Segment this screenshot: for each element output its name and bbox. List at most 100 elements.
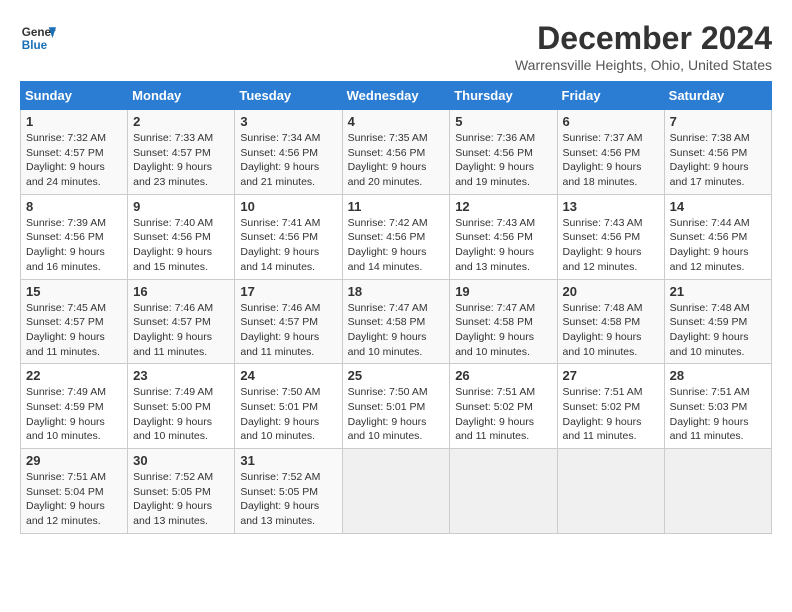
day-number: 6 (563, 114, 659, 129)
calendar-cell: 25 Sunrise: 7:50 AM Sunset: 5:01 PM Dayl… (342, 364, 450, 449)
day-number: 17 (240, 284, 336, 299)
day-info: Sunrise: 7:42 AM Sunset: 4:56 PM Dayligh… (348, 216, 445, 275)
calendar-cell (664, 449, 771, 534)
day-number: 8 (26, 199, 122, 214)
weekday-header: Wednesday (342, 82, 450, 110)
day-number: 9 (133, 199, 229, 214)
weekday-header: Friday (557, 82, 664, 110)
day-info: Sunrise: 7:46 AM Sunset: 4:57 PM Dayligh… (240, 301, 336, 360)
calendar-cell (450, 449, 557, 534)
calendar-cell: 6 Sunrise: 7:37 AM Sunset: 4:56 PM Dayli… (557, 110, 664, 195)
day-info: Sunrise: 7:43 AM Sunset: 4:56 PM Dayligh… (455, 216, 551, 275)
day-number: 26 (455, 368, 551, 383)
day-info: Sunrise: 7:49 AM Sunset: 5:00 PM Dayligh… (133, 385, 229, 444)
calendar-cell: 19 Sunrise: 7:47 AM Sunset: 4:58 PM Dayl… (450, 279, 557, 364)
day-number: 5 (455, 114, 551, 129)
calendar-cell: 22 Sunrise: 7:49 AM Sunset: 4:59 PM Dayl… (21, 364, 128, 449)
day-info: Sunrise: 7:51 AM Sunset: 5:04 PM Dayligh… (26, 470, 122, 529)
day-info: Sunrise: 7:46 AM Sunset: 4:57 PM Dayligh… (133, 301, 229, 360)
title-block: December 2024 Warrensville Heights, Ohio… (515, 20, 772, 73)
calendar-cell: 27 Sunrise: 7:51 AM Sunset: 5:02 PM Dayl… (557, 364, 664, 449)
calendar-cell: 2 Sunrise: 7:33 AM Sunset: 4:57 PM Dayli… (128, 110, 235, 195)
calendar-cell: 12 Sunrise: 7:43 AM Sunset: 4:56 PM Dayl… (450, 194, 557, 279)
day-info: Sunrise: 7:36 AM Sunset: 4:56 PM Dayligh… (455, 131, 551, 190)
day-info: Sunrise: 7:47 AM Sunset: 4:58 PM Dayligh… (348, 301, 445, 360)
calendar-week-row: 15 Sunrise: 7:45 AM Sunset: 4:57 PM Dayl… (21, 279, 772, 364)
weekday-header: Saturday (664, 82, 771, 110)
day-number: 12 (455, 199, 551, 214)
day-number: 4 (348, 114, 445, 129)
day-number: 1 (26, 114, 122, 129)
day-number: 19 (455, 284, 551, 299)
logo-icon: General Blue (20, 20, 56, 56)
day-number: 30 (133, 453, 229, 468)
day-info: Sunrise: 7:51 AM Sunset: 5:02 PM Dayligh… (563, 385, 659, 444)
calendar-cell: 9 Sunrise: 7:40 AM Sunset: 4:56 PM Dayli… (128, 194, 235, 279)
day-number: 15 (26, 284, 122, 299)
calendar-cell: 23 Sunrise: 7:49 AM Sunset: 5:00 PM Dayl… (128, 364, 235, 449)
calendar-cell: 10 Sunrise: 7:41 AM Sunset: 4:56 PM Dayl… (235, 194, 342, 279)
day-number: 31 (240, 453, 336, 468)
day-info: Sunrise: 7:45 AM Sunset: 4:57 PM Dayligh… (26, 301, 122, 360)
day-number: 11 (348, 199, 445, 214)
calendar-cell: 28 Sunrise: 7:51 AM Sunset: 5:03 PM Dayl… (664, 364, 771, 449)
day-info: Sunrise: 7:51 AM Sunset: 5:03 PM Dayligh… (670, 385, 766, 444)
day-info: Sunrise: 7:44 AM Sunset: 4:56 PM Dayligh… (670, 216, 766, 275)
calendar-cell (557, 449, 664, 534)
calendar-cell: 15 Sunrise: 7:45 AM Sunset: 4:57 PM Dayl… (21, 279, 128, 364)
day-info: Sunrise: 7:50 AM Sunset: 5:01 PM Dayligh… (240, 385, 336, 444)
day-number: 20 (563, 284, 659, 299)
day-number: 21 (670, 284, 766, 299)
day-number: 25 (348, 368, 445, 383)
calendar-cell: 11 Sunrise: 7:42 AM Sunset: 4:56 PM Dayl… (342, 194, 450, 279)
calendar-cell: 31 Sunrise: 7:52 AM Sunset: 5:05 PM Dayl… (235, 449, 342, 534)
calendar-cell (342, 449, 450, 534)
weekday-header: Tuesday (235, 82, 342, 110)
calendar-cell: 20 Sunrise: 7:48 AM Sunset: 4:58 PM Dayl… (557, 279, 664, 364)
calendar-cell: 7 Sunrise: 7:38 AM Sunset: 4:56 PM Dayli… (664, 110, 771, 195)
calendar-cell: 26 Sunrise: 7:51 AM Sunset: 5:02 PM Dayl… (450, 364, 557, 449)
calendar-cell: 8 Sunrise: 7:39 AM Sunset: 4:56 PM Dayli… (21, 194, 128, 279)
day-number: 27 (563, 368, 659, 383)
day-info: Sunrise: 7:39 AM Sunset: 4:56 PM Dayligh… (26, 216, 122, 275)
weekday-header-row: SundayMondayTuesdayWednesdayThursdayFrid… (21, 82, 772, 110)
day-number: 18 (348, 284, 445, 299)
calendar-week-row: 1 Sunrise: 7:32 AM Sunset: 4:57 PM Dayli… (21, 110, 772, 195)
weekday-header: Sunday (21, 82, 128, 110)
day-info: Sunrise: 7:33 AM Sunset: 4:57 PM Dayligh… (133, 131, 229, 190)
day-number: 28 (670, 368, 766, 383)
day-info: Sunrise: 7:43 AM Sunset: 4:56 PM Dayligh… (563, 216, 659, 275)
day-number: 16 (133, 284, 229, 299)
calendar-cell: 18 Sunrise: 7:47 AM Sunset: 4:58 PM Dayl… (342, 279, 450, 364)
svg-text:Blue: Blue (22, 39, 48, 52)
day-info: Sunrise: 7:50 AM Sunset: 5:01 PM Dayligh… (348, 385, 445, 444)
day-info: Sunrise: 7:48 AM Sunset: 4:58 PM Dayligh… (563, 301, 659, 360)
logo: General Blue (20, 20, 56, 56)
day-number: 29 (26, 453, 122, 468)
calendar-cell: 30 Sunrise: 7:52 AM Sunset: 5:05 PM Dayl… (128, 449, 235, 534)
calendar-week-row: 8 Sunrise: 7:39 AM Sunset: 4:56 PM Dayli… (21, 194, 772, 279)
page-header: General Blue December 2024 Warrensville … (20, 20, 772, 73)
day-info: Sunrise: 7:37 AM Sunset: 4:56 PM Dayligh… (563, 131, 659, 190)
day-info: Sunrise: 7:35 AM Sunset: 4:56 PM Dayligh… (348, 131, 445, 190)
month-title: December 2024 (515, 20, 772, 57)
day-number: 14 (670, 199, 766, 214)
day-info: Sunrise: 7:49 AM Sunset: 4:59 PM Dayligh… (26, 385, 122, 444)
calendar-cell: 21 Sunrise: 7:48 AM Sunset: 4:59 PM Dayl… (664, 279, 771, 364)
calendar-cell: 16 Sunrise: 7:46 AM Sunset: 4:57 PM Dayl… (128, 279, 235, 364)
calendar-cell: 4 Sunrise: 7:35 AM Sunset: 4:56 PM Dayli… (342, 110, 450, 195)
day-info: Sunrise: 7:38 AM Sunset: 4:56 PM Dayligh… (670, 131, 766, 190)
day-info: Sunrise: 7:47 AM Sunset: 4:58 PM Dayligh… (455, 301, 551, 360)
calendar-cell: 1 Sunrise: 7:32 AM Sunset: 4:57 PM Dayli… (21, 110, 128, 195)
calendar-cell: 5 Sunrise: 7:36 AM Sunset: 4:56 PM Dayli… (450, 110, 557, 195)
calendar-cell: 3 Sunrise: 7:34 AM Sunset: 4:56 PM Dayli… (235, 110, 342, 195)
day-number: 23 (133, 368, 229, 383)
day-number: 10 (240, 199, 336, 214)
day-info: Sunrise: 7:48 AM Sunset: 4:59 PM Dayligh… (670, 301, 766, 360)
day-number: 7 (670, 114, 766, 129)
calendar-cell: 24 Sunrise: 7:50 AM Sunset: 5:01 PM Dayl… (235, 364, 342, 449)
calendar-week-row: 22 Sunrise: 7:49 AM Sunset: 4:59 PM Dayl… (21, 364, 772, 449)
day-number: 2 (133, 114, 229, 129)
day-info: Sunrise: 7:52 AM Sunset: 5:05 PM Dayligh… (133, 470, 229, 529)
weekday-header: Thursday (450, 82, 557, 110)
